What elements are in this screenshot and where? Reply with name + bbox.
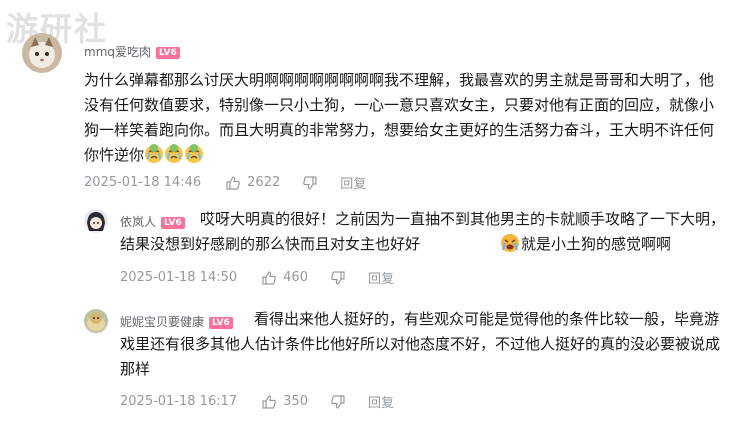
reply-button[interactable]: 回复 — [368, 392, 394, 411]
timestamp: 2025-01-18 14:50 — [120, 270, 238, 285]
like-count: 350 — [283, 394, 308, 409]
avatar[interactable] — [84, 309, 108, 333]
comment-text: 为什么弹幕都那么讨厌大明啊啊啊啊啊啊啊啊我不理解，我最喜欢的男主就是哥哥和大明了… — [84, 68, 727, 172]
level-badge: LV6 — [156, 47, 180, 59]
like-count: 2622 — [247, 175, 281, 190]
comment-text: 看得出来他人挺好的，有些观众可能是觉得他的条件比较一般，毕竟游戏里还有很多其他人… — [120, 310, 721, 378]
thumbs-down-icon[interactable] — [330, 394, 346, 410]
thumbs-down-icon[interactable] — [302, 175, 318, 191]
thumbs-up-icon[interactable] — [261, 270, 277, 286]
comment-meta: 2025-01-18 14:50 460 回复 — [120, 268, 394, 287]
reply-button[interactable]: 回复 — [340, 173, 366, 192]
avatar[interactable] — [22, 33, 62, 73]
crying-emoji-icon — [144, 144, 204, 172]
like-count: 460 — [283, 270, 308, 285]
timestamp: 2025-01-18 14:46 — [84, 175, 202, 190]
comment-meta: 2025-01-18 16:17 350 回复 — [120, 392, 394, 411]
timestamp: 2025-01-18 16:17 — [120, 394, 238, 409]
thumbs-up-icon[interactable] — [261, 394, 277, 410]
crying-face-emoji-icon — [420, 233, 520, 261]
username[interactable]: mmq爱吃肉 LV6 — [84, 43, 180, 60]
reply-button[interactable]: 回复 — [368, 268, 394, 287]
comment-text: 哎呀大明真的很好！之前因为一直抽不到其他男主的卡就顺手攻略了一下大明，结果没想到… — [120, 207, 730, 261]
avatar[interactable] — [84, 209, 108, 233]
thumbs-up-icon[interactable] — [225, 175, 241, 191]
thumbs-down-icon[interactable] — [330, 270, 346, 286]
comment-meta: 2025-01-18 14:46 2622 回复 — [84, 173, 366, 192]
